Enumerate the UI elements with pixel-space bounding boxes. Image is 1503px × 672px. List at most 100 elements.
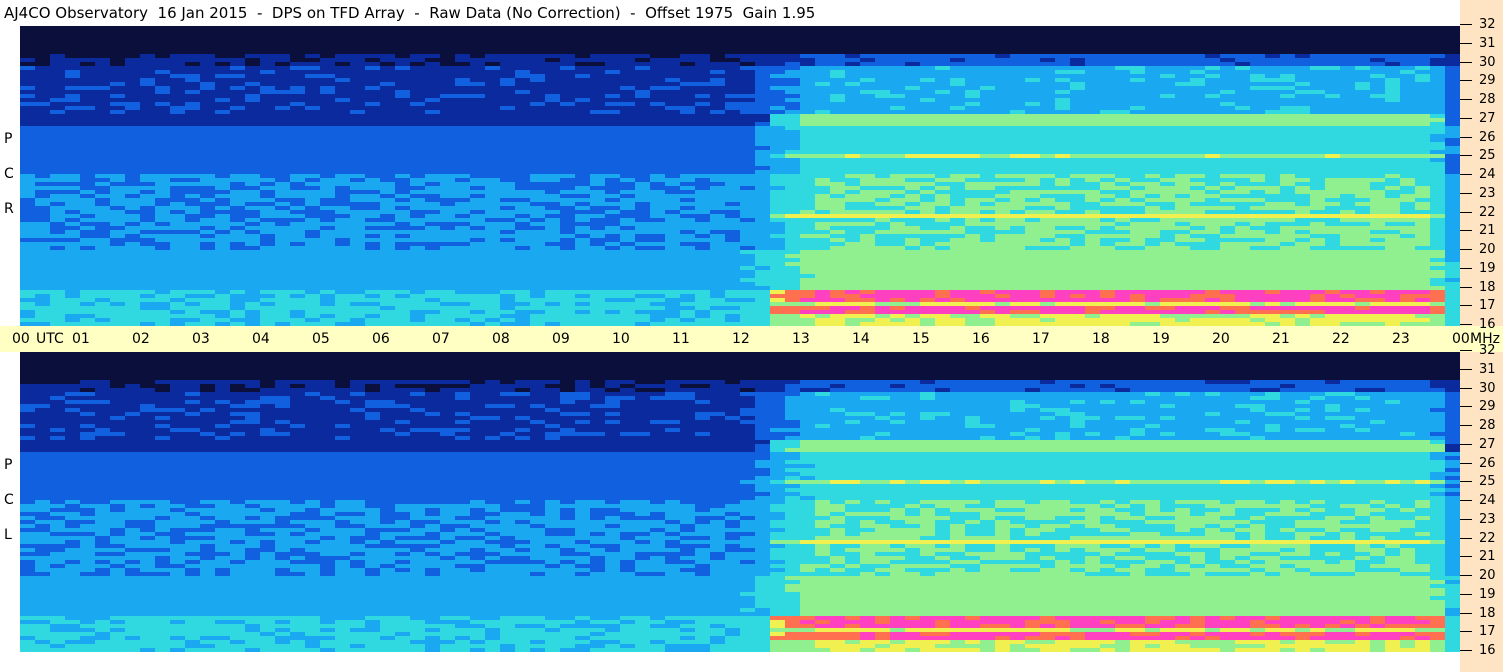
spectrogram-cell	[395, 46, 411, 51]
spectrogram-cell	[800, 134, 816, 139]
spectrogram-cell	[830, 66, 846, 71]
spectrogram-cell	[1430, 226, 1446, 231]
spectrogram-cell	[1400, 82, 1416, 87]
spectrogram-cell	[830, 126, 846, 131]
spectrogram-cell	[1130, 122, 1146, 127]
spectrogram-cell	[725, 26, 741, 31]
spectrogram-cell	[1430, 222, 1446, 227]
spectrogram-cell	[1205, 218, 1221, 223]
spectrogram-cell	[290, 106, 306, 111]
spectrogram-cell	[425, 202, 441, 207]
spectrogram-cell	[425, 158, 441, 163]
spectrogram-cell	[200, 54, 216, 59]
spectrogram-cell	[1010, 38, 1026, 43]
spectrogram-cell	[365, 62, 381, 67]
spectrogram-cell	[1370, 174, 1386, 179]
spectrogram-cell	[410, 218, 426, 223]
spectrogram-cell	[470, 230, 486, 235]
spectrogram-cell	[1430, 86, 1446, 91]
spectrogram-cell	[755, 182, 771, 187]
spectrogram-cell	[1010, 206, 1026, 211]
spectrogram-cell	[140, 138, 156, 143]
spectrogram-cell	[785, 130, 801, 135]
spectrogram-cell	[1175, 158, 1191, 163]
spectrogram-cell	[695, 226, 711, 231]
spectrogram-cell	[635, 98, 651, 103]
spectrogram-cell	[1145, 218, 1161, 223]
spectrogram-cell	[800, 90, 816, 95]
spectrogram-cell	[1115, 62, 1131, 67]
spectrogram-cell	[35, 126, 51, 131]
spectrogram-cell	[1160, 214, 1176, 219]
spectrogram-cell	[515, 74, 531, 79]
spectrogram-cell	[125, 38, 141, 43]
spectrogram-cell	[1235, 214, 1251, 219]
spectrogram-cell	[1055, 186, 1071, 191]
spectrogram-cell	[1100, 134, 1116, 139]
spectrogram-cell	[1355, 26, 1371, 31]
spectrogram-cell	[125, 138, 141, 143]
spectrogram-cell	[1190, 78, 1206, 83]
spectrogram-cell	[740, 174, 756, 179]
spectrogram-cell	[1160, 26, 1176, 31]
spectrogram-cell	[1205, 70, 1221, 75]
spectrogram-cell	[485, 222, 501, 227]
spectrogram-cell	[935, 158, 951, 163]
spectrogram-cell	[1235, 126, 1251, 131]
spectrogram-cell	[410, 170, 426, 175]
spectrogram-cell	[1340, 190, 1356, 195]
spectrogram-cell	[1250, 74, 1266, 79]
spectrogram-cell	[1400, 78, 1416, 83]
spectrogram-cell	[350, 210, 366, 215]
spectrogram-cell	[1190, 146, 1206, 151]
spectrogram-cell	[1010, 150, 1026, 155]
spectrogram-cell	[155, 174, 171, 179]
spectrogram-cell	[350, 118, 366, 123]
spectrogram-cell	[1340, 50, 1356, 55]
spectrogram-cell	[485, 210, 501, 215]
spectrogram-cell	[530, 34, 546, 39]
spectrogram-cell	[410, 98, 426, 103]
spectrogram-cell	[725, 158, 741, 163]
spectrogram-cell	[1325, 70, 1341, 75]
spectrogram-cell	[425, 170, 441, 175]
spectrogram-cell	[755, 186, 771, 191]
spectrogram-cell	[20, 46, 36, 51]
spectrogram-cell	[755, 46, 771, 51]
spectrogram-cell	[980, 78, 996, 83]
spectrogram-cell	[770, 94, 786, 99]
spectrogram-cell	[1430, 206, 1446, 211]
spectrogram-cell	[35, 194, 51, 199]
spectrogram-cell	[935, 46, 951, 51]
spectrogram-cell	[1160, 170, 1176, 175]
spectrogram-cell	[1415, 190, 1431, 195]
spectrogram-cell	[1175, 38, 1191, 43]
spectrogram-cell	[200, 178, 216, 183]
spectrogram-cell	[725, 130, 741, 135]
spectrogram-cell	[680, 118, 696, 123]
spectrogram-cell	[1340, 174, 1356, 179]
spectrogram-cell	[860, 78, 876, 83]
spectrogram-cell	[905, 222, 921, 227]
spectrogram-cell	[890, 178, 906, 183]
spectrogram-cell	[710, 150, 726, 155]
spectrogram-cell	[200, 166, 216, 171]
spectrogram-cell	[965, 222, 981, 227]
spectrogram-cell	[1025, 174, 1041, 179]
spectrogram-cell	[560, 86, 576, 91]
spectrogram-cell	[440, 58, 456, 63]
spectrogram-cell	[1415, 82, 1431, 87]
spectrogram-cell	[680, 38, 696, 43]
spectrogram-cell	[20, 94, 36, 99]
spectrogram-cell	[1070, 138, 1086, 143]
spectrogram-cell	[290, 118, 306, 123]
spectrogram-cell	[1160, 50, 1176, 55]
spectrogram-cell	[785, 214, 801, 219]
spectrogram-cell	[875, 226, 891, 231]
spectrogram-cell	[545, 70, 561, 75]
spectrogram-cell	[185, 130, 201, 135]
spectrogram-cell	[215, 34, 231, 39]
spectrogram-cell	[65, 38, 81, 43]
spectrogram-cell	[440, 214, 456, 219]
spectrogram-cell	[1280, 190, 1296, 195]
